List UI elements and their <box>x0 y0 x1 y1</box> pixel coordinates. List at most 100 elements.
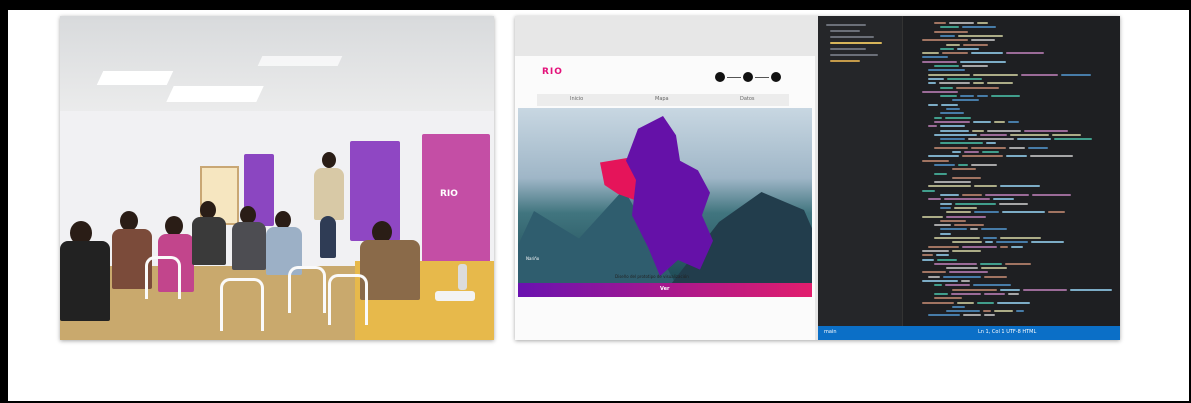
code-token <box>952 99 979 102</box>
chair <box>220 278 264 331</box>
code-token <box>1000 185 1040 188</box>
code-token <box>946 43 960 46</box>
banner-right: RIO <box>422 134 490 274</box>
code-token <box>957 47 979 50</box>
code-token <box>947 77 982 80</box>
code-token <box>1005 262 1031 265</box>
status-bar <box>818 326 1120 340</box>
code-token <box>960 60 1006 63</box>
code-token <box>928 73 970 76</box>
file-explorer[interactable] <box>818 16 903 326</box>
explorer-item[interactable] <box>826 24 866 26</box>
skylight <box>96 71 174 85</box>
code-token <box>977 95 988 98</box>
explorer-item[interactable] <box>830 54 878 56</box>
code-token <box>945 116 971 119</box>
code-token <box>958 34 1003 37</box>
code-token <box>940 194 959 196</box>
code-token <box>970 228 978 231</box>
code-token <box>1021 73 1058 76</box>
code-token <box>922 39 968 42</box>
code-token <box>946 215 986 218</box>
code-token <box>940 125 965 128</box>
explorer-item[interactable] <box>830 48 866 50</box>
code-token <box>934 237 980 239</box>
step-dot[interactable] <box>715 72 725 82</box>
status-branch[interactable]: main <box>824 329 837 335</box>
code-token <box>973 120 991 123</box>
code-token <box>955 202 996 205</box>
code-token <box>940 232 951 235</box>
code-token <box>1000 245 1008 248</box>
code-token <box>941 103 958 106</box>
code-token <box>922 301 954 304</box>
code-token <box>971 163 997 166</box>
skylight <box>257 56 343 66</box>
code-token <box>1024 129 1068 132</box>
code-token <box>952 249 981 252</box>
code-token <box>960 95 974 98</box>
code-token <box>952 241 982 244</box>
code-token <box>1017 138 1051 141</box>
code-token <box>952 176 981 179</box>
code-token <box>986 142 996 145</box>
code-token <box>972 129 984 132</box>
code-token <box>934 22 946 24</box>
code-token <box>1006 155 1027 158</box>
code-token <box>922 159 949 162</box>
code-token <box>1000 288 1020 291</box>
code-token <box>922 90 958 93</box>
code-token <box>940 138 965 141</box>
code-token <box>1054 138 1092 141</box>
code-token <box>962 65 988 67</box>
footer-button[interactable]: Ver <box>660 286 669 292</box>
code-token <box>934 65 959 67</box>
code-token <box>973 284 1011 287</box>
bottle <box>458 264 467 290</box>
line-gutter <box>904 16 918 326</box>
code-token <box>1030 155 1073 158</box>
code-token <box>962 155 1003 158</box>
explorer-item[interactable] <box>830 60 860 62</box>
code-token <box>1023 288 1067 291</box>
code-token <box>934 120 970 123</box>
step-dot[interactable] <box>771 72 781 82</box>
code-token <box>993 198 1014 201</box>
code-token <box>964 151 979 153</box>
code-token <box>945 284 970 287</box>
code-token <box>963 314 981 317</box>
code-token <box>991 95 1020 98</box>
code-token <box>949 271 988 274</box>
code-token <box>943 275 981 278</box>
code-token <box>934 181 971 184</box>
code-token <box>940 26 959 29</box>
code-token <box>984 275 1007 278</box>
code-token <box>971 146 1006 149</box>
code-token <box>1032 194 1071 196</box>
code-token <box>974 185 997 188</box>
code-token <box>1028 146 1048 149</box>
code-token <box>971 39 995 42</box>
explorer-item[interactable] <box>830 36 874 38</box>
nav-item[interactable]: Mapa <box>655 96 669 102</box>
explorer-item[interactable] <box>830 42 882 44</box>
code-token <box>946 267 978 270</box>
nav-item[interactable]: Inicio <box>570 96 583 102</box>
code-token <box>1061 73 1091 76</box>
step-connector <box>755 77 769 78</box>
status-info: Ln 1, Col 1 UTF-8 HTML <box>978 329 1037 335</box>
explorer-item[interactable] <box>830 30 860 32</box>
chair <box>288 266 326 313</box>
code-token <box>973 82 984 85</box>
nav-item[interactable]: Datos <box>740 96 755 102</box>
step-dot[interactable] <box>743 72 753 82</box>
code-token <box>940 129 969 132</box>
code-token <box>962 245 997 248</box>
code-token <box>940 95 957 98</box>
code-token <box>922 280 958 282</box>
skylight <box>166 86 264 102</box>
code-token <box>944 198 990 201</box>
browser-top-area <box>515 16 815 56</box>
code-token <box>928 155 959 158</box>
step-connector <box>727 77 741 78</box>
